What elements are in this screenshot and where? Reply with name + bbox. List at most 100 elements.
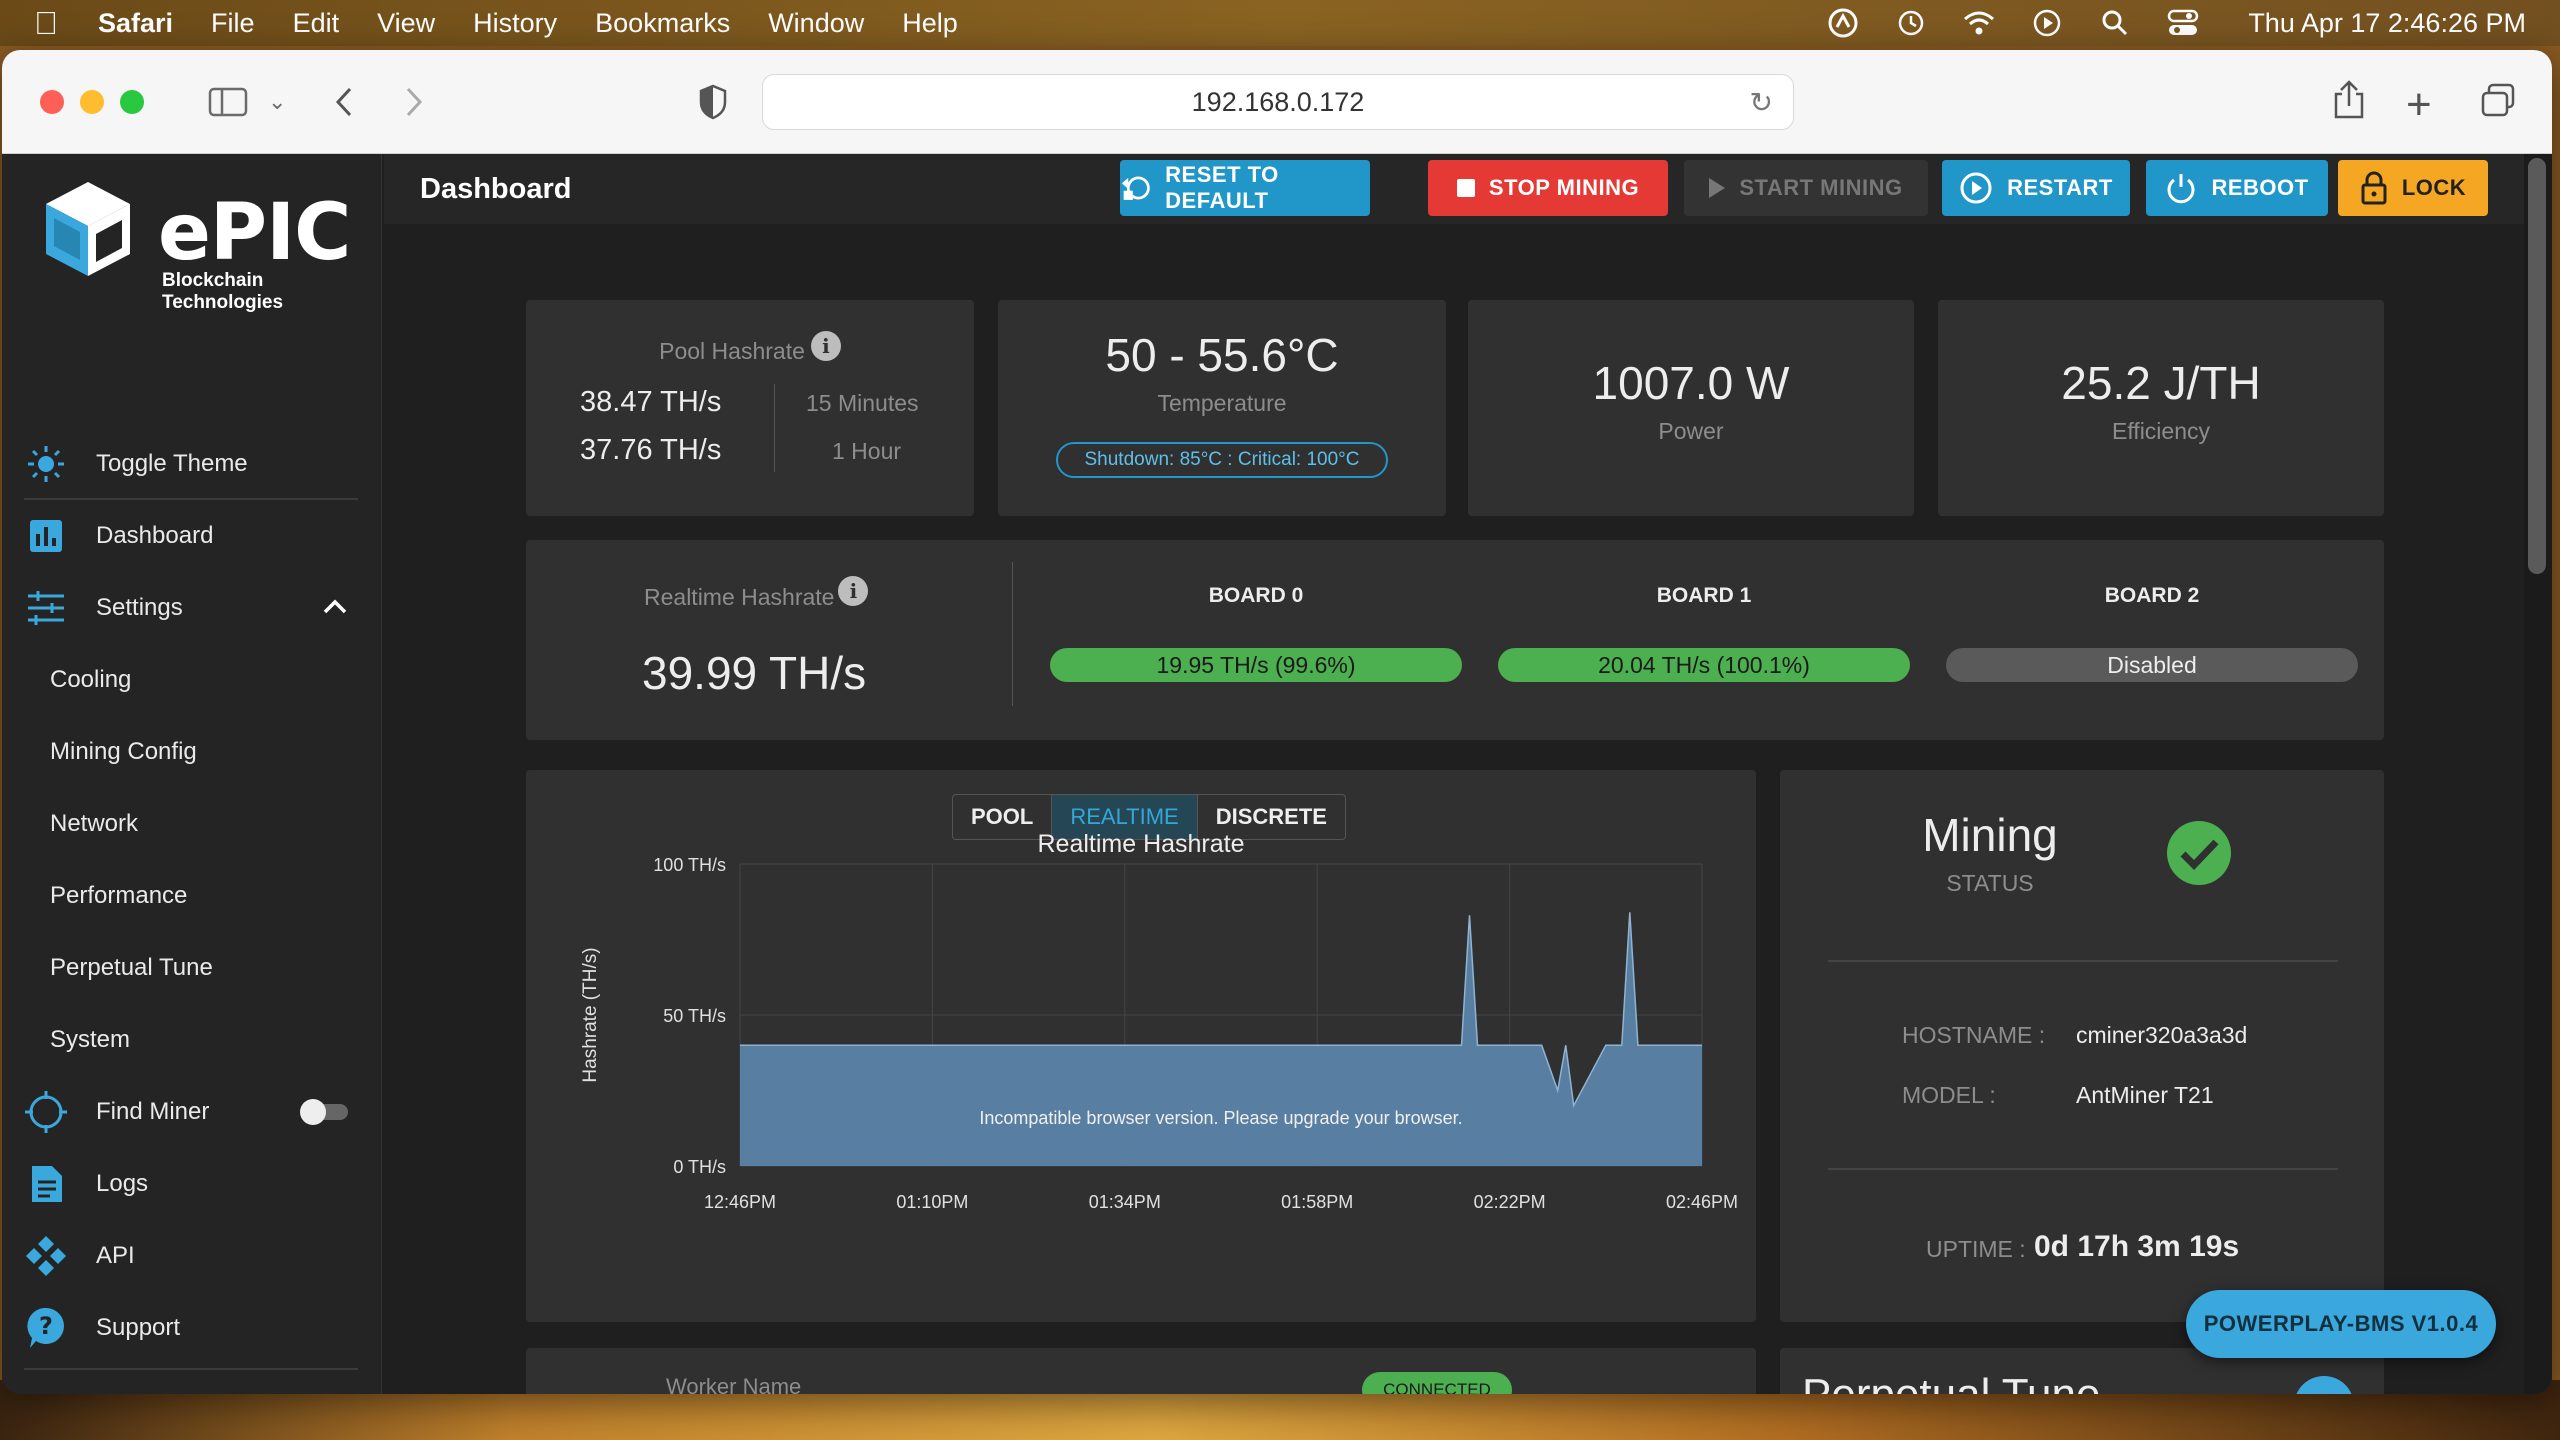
chevron-up-icon[interactable] [322,594,348,622]
sidebar-item-cooling[interactable]: Cooling [50,652,131,708]
new-tab-plus-icon[interactable]: + [2406,80,2432,130]
privacy-shield-icon[interactable] [698,84,728,120]
y-tick-label: 0 TH/s [673,1157,726,1177]
sidebar-item-system[interactable]: System [50,1012,130,1068]
page-scrollbar[interactable] [2524,154,2552,1394]
info-icon[interactable]: i [838,575,869,606]
address-bar[interactable]: 192.168.0.172 ↻ [762,74,1794,130]
sidebar-item-logs[interactable]: Logs [24,1156,358,1212]
control-center-icon[interactable] [2166,6,2200,40]
temperature-card: 50 - 55.6°C Temperature Shutdown: 85°C :… [998,300,1446,516]
reload-icon[interactable]: ↻ [1750,86,1773,119]
powerplay-version-button[interactable]: POWERPLAY-BMS V1.0.4 [2186,1290,2496,1358]
macos-menu-bar:  Safari File Edit View History Bookmark… [0,0,2560,46]
sidebar-item-label: Toggle Theme [96,450,248,477]
safari-window: ⌄ 192.168.0.172 ↻ + ePIC Blockchain Tech… [2,50,2552,1394]
hostname-value: cminer320a3a3d [2076,1022,2248,1048]
sidebar-item-settings[interactable]: Settings [24,580,358,636]
sidebar-item-performance[interactable]: Performance [50,868,187,924]
sidebar-item-toggle-theme[interactable]: Toggle Theme [24,436,358,492]
efficiency-value: 25.2 J/TH [2061,357,2261,409]
y-tick-label: 50 TH/s [663,1006,726,1026]
sidebar-item-mining-config[interactable]: Mining Config [50,724,197,780]
restart-play-circle-icon [1960,172,1992,204]
temperature-value: 50 - 55.6°C [1105,329,1339,381]
menu-bar-clock[interactable]: Thu Apr 17 2:46:26 PM [2248,8,2526,39]
menu-app-safari[interactable]: Safari [98,8,173,39]
forward-arrow-icon[interactable] [404,86,424,118]
sidebar-item-perpetual-tune[interactable]: Perpetual Tune [50,940,213,996]
board-1-title: BOARD 1 [1656,584,1752,607]
card-divider [774,384,775,472]
start-mining-button[interactable]: START MINING [1684,160,1928,216]
time-machine-icon[interactable] [1894,6,1928,40]
sun-icon [24,442,68,486]
board-2-title: BOARD 2 [2104,584,2200,607]
efficiency-label: Efficiency [2111,418,2210,444]
restart-button[interactable]: RESTART [1942,160,2130,216]
back-arrow-icon[interactable] [334,86,354,118]
scrollbar-thumb[interactable] [2528,158,2546,574]
board-2-status-bar: Disabled [1946,648,2358,682]
lock-button-label: LOCK [2401,175,2467,200]
lock-button[interactable]: LOCK [2338,160,2488,216]
pool-hashrate-card: Pool Hashrate i 38.47 TH/s 15 Minutes 37… [526,300,974,516]
sidebar-item-label: Logs [96,1170,149,1197]
spotlight-search-icon[interactable] [2098,6,2132,40]
tab-overview-icon[interactable] [2480,82,2516,118]
x-tick-label: 02:46PM [1666,1192,1738,1212]
menu-bookmarks[interactable]: Bookmarks [595,8,730,39]
sidebar-item-dashboard[interactable]: Dashboard [24,508,358,564]
wifi-icon[interactable] [1962,6,1996,40]
share-icon[interactable] [2332,80,2366,120]
temperature-label: Temperature [1157,390,1287,416]
close-window-button[interactable] [40,89,64,114]
power-label: Power [1658,418,1724,444]
menu-file[interactable]: File [211,8,255,39]
apple-menu-icon[interactable]:  [34,5,58,42]
sidebar-item-network[interactable]: Network [50,796,138,852]
sidebar-item-find-miner[interactable]: Find Miner [24,1084,358,1140]
play-icon [1709,178,1726,198]
mining-status-title: Mining [1922,809,2058,861]
info-icon[interactable]: i [810,330,841,361]
pool-hashrate-label: Pool Hashrate [659,338,805,364]
connected-badge: CONNECTED [1362,1372,1512,1394]
sidebar-item-label: Dashboard [96,522,214,549]
reboot-button[interactable]: REBOOT [2146,160,2328,216]
sidebar-item-support[interactable]: ? Support [24,1300,358,1356]
sidebar-item-label: Support [96,1314,181,1341]
hashrate-chart-card: POOL REALTIME DISCRETE Realtime Hashrate… [526,770,1756,1322]
minimize-window-button[interactable] [80,89,104,114]
reset-to-default-button[interactable]: RESET TO DEFAULT [1120,160,1370,216]
zoom-window-button[interactable] [120,89,144,114]
sidebar-item-api[interactable]: API [24,1228,358,1284]
power-icon [2167,174,2195,204]
now-playing-icon[interactable] [2030,6,2064,40]
sidebar: ePIC Blockchain Technologies Toggle Them… [2,154,382,1394]
bar-chart-icon [24,514,68,558]
card-divider [1012,562,1013,706]
menu-help[interactable]: Help [902,8,958,39]
worker-name-label: Worker Name [666,1374,802,1394]
uptime-value: 0d 17h 3m 19s [2034,1230,2240,1263]
chevron-down-icon[interactable]: ⌄ [268,89,286,115]
pool-1h-label: 1 Hour [832,438,902,464]
creative-cloud-icon[interactable] [1826,6,1860,40]
stop-button-label: STOP MINING [1488,175,1640,200]
reset-button-label: RESET TO DEFAULT [1165,162,1279,213]
chart-annotation: Incompatible browser version. Please upg… [979,1108,1462,1128]
epic-web-app: ePIC Blockchain Technologies Toggle Them… [2,154,2552,1394]
menu-history[interactable]: History [473,8,557,39]
chart-title: Realtime Hashrate [1037,830,1244,858]
sidebar-toggle-icon[interactable] [208,87,248,117]
start-button-label: START MINING [1739,175,1903,200]
find-miner-toggle[interactable] [300,1099,348,1125]
menu-view[interactable]: View [377,8,435,39]
menu-window[interactable]: Window [768,8,864,39]
api-diamond-icon [24,1234,68,1278]
stop-mining-button[interactable]: STOP MINING [1428,160,1668,216]
perpetual-tune-toggle[interactable] [2294,1376,2354,1394]
menu-edit[interactable]: Edit [293,8,340,39]
help-question-icon: ? [24,1306,68,1350]
